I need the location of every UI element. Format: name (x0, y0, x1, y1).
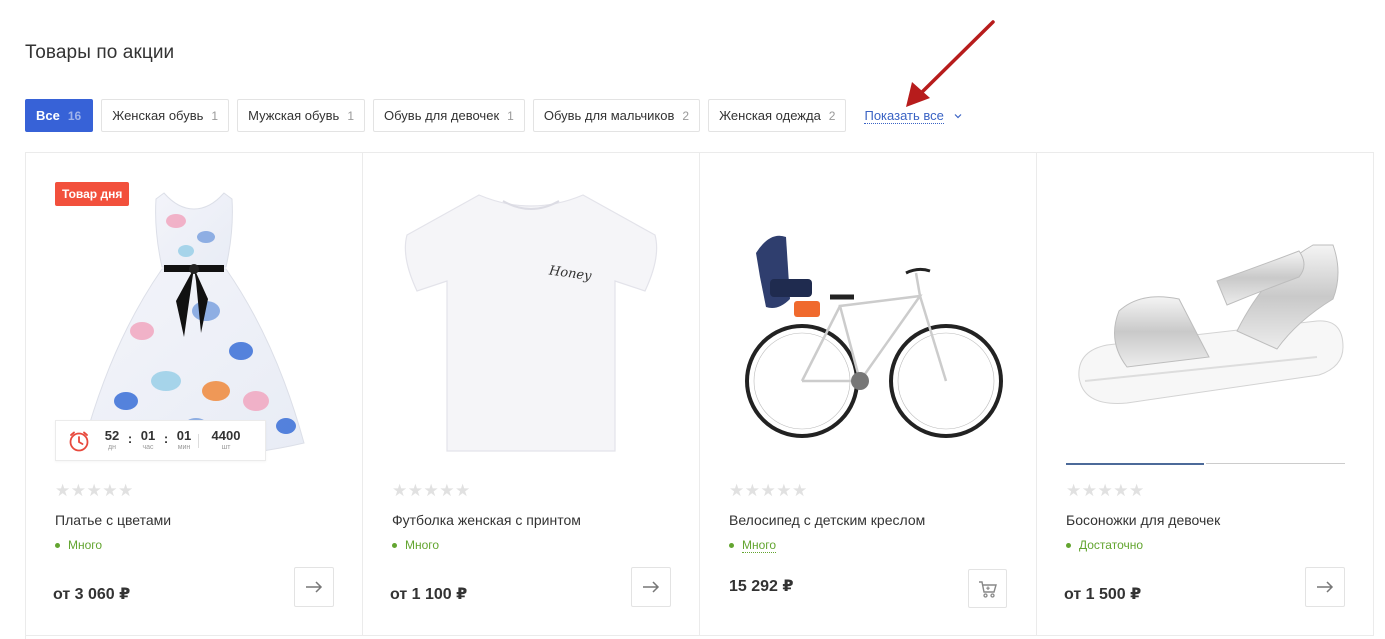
timer-separator: : (127, 431, 133, 446)
timer-quantity: 4400 шт (205, 429, 247, 452)
product-name[interactable]: Платье с цветами (55, 512, 171, 528)
stock-status: Много (55, 538, 102, 552)
stock-dot (392, 542, 397, 548)
rating-stars: ★★★★★ (392, 481, 471, 500)
arrow-right-icon (1317, 581, 1334, 593)
image-slider-indicator[interactable] (1066, 463, 1345, 465)
slider-dot-active[interactable] (1066, 463, 1204, 465)
timer-qty-value: 4400 (211, 428, 241, 443)
timer-minutes-label: мин (177, 444, 191, 451)
tab-count: 1 (507, 108, 514, 123)
product-name[interactable]: Футболка женская с принтом (392, 512, 581, 528)
timer-hours-value: 01 (140, 428, 156, 443)
tshirt-image[interactable]: Honey (393, 181, 670, 461)
stock-dot (55, 542, 60, 548)
stock-dot (1066, 542, 1071, 548)
stock-dot (729, 543, 734, 548)
timer-minutes-value: 01 (176, 428, 192, 443)
tab-count: 2 (682, 108, 690, 123)
product-name[interactable]: Велосипед с детским креслом (729, 512, 925, 528)
timer-hours-label: час (142, 444, 154, 451)
tab-womens-shoes[interactable]: Женская обувь 1 (101, 99, 230, 132)
tab-womens-clothing[interactable]: Женская одежда 2 (708, 99, 847, 132)
open-product-button[interactable] (1305, 567, 1345, 607)
product-card[interactable]: ★★★★★ Босоножки для девочек Достаточно о… (1037, 153, 1374, 636)
tab-label: Женская обувь (112, 108, 204, 123)
tab-girls-shoes[interactable]: Обувь для девочек 1 (373, 99, 525, 132)
stock-label: Много (68, 538, 103, 552)
timer-hours: 01 час (136, 429, 160, 452)
timer-days: 52 дн (100, 429, 124, 452)
stock-status: Много (392, 538, 439, 552)
timer-days-label: дн (108, 444, 116, 451)
stock-status: Достаточно (1066, 538, 1143, 552)
product-card[interactable]: ★★★★★ Велосипед с детским креслом Много … (700, 153, 1037, 636)
stock-label: Много (742, 538, 777, 553)
chevron-down-icon (954, 113, 962, 118)
timer-separator: : (163, 431, 169, 446)
rating-stars: ★★★★★ (55, 481, 134, 500)
tab-all[interactable]: Все 16 (25, 99, 94, 132)
add-to-cart-button[interactable] (968, 569, 1007, 608)
tab-count: 2 (828, 108, 836, 123)
product-price: от 3 060 ₽ (53, 586, 131, 603)
timer-minutes: 01 мин (172, 429, 196, 452)
product-price: 15 292 ₽ (729, 578, 794, 595)
timer-days-value: 52 (104, 428, 120, 443)
open-product-button[interactable] (294, 567, 334, 607)
product-name[interactable]: Босоножки для девочек (1066, 512, 1220, 528)
product-grid: Товар дня 52 дн : 01 час : 01 мин 4400 ш… (25, 152, 1374, 639)
product-price: от 1 500 ₽ (1064, 586, 1142, 603)
tab-label: Обувь для девочек (384, 108, 500, 123)
tab-mens-shoes[interactable]: Мужская обувь 1 (237, 99, 366, 132)
rating-stars: ★★★★★ (729, 481, 808, 500)
clock-icon (69, 431, 89, 451)
slider-dot[interactable] (1206, 463, 1345, 464)
countdown-timer: 52 дн : 01 час : 01 мин 4400 шт (55, 420, 266, 461)
stock-label: Много (405, 538, 440, 552)
product-price: от 1 100 ₽ (390, 586, 468, 603)
cart-icon (978, 580, 997, 598)
tab-label: Женская одежда (719, 108, 821, 123)
rating-stars: ★★★★★ (1066, 481, 1145, 500)
tab-label: Все (36, 108, 60, 123)
open-product-button[interactable] (631, 567, 671, 607)
product-card[interactable]: Товар дня 52 дн : 01 час : 01 мин 4400 ш… (26, 153, 363, 636)
sandals-image[interactable] (1067, 181, 1344, 461)
timer-qty-label: шт (221, 444, 231, 451)
bicycle-image[interactable] (730, 181, 1007, 461)
timer-divider (198, 433, 199, 448)
dress-image[interactable] (56, 181, 333, 461)
red-arrow-icon (906, 20, 995, 107)
tab-boys-shoes[interactable]: Обувь для мальчиков 2 (532, 99, 701, 132)
section-title: Товары по акции (25, 42, 175, 63)
stock-status: Много (729, 538, 777, 553)
stock-label: Достаточно (1079, 538, 1144, 552)
category-tabs: Все 16 Женская обувь 1 Мужская обувь 1 О… (25, 99, 962, 132)
tab-count: 16 (67, 108, 82, 123)
arrow-right-icon (643, 581, 660, 593)
tab-count: 1 (347, 108, 355, 123)
product-card[interactable]: Honey ★★★★★ Футболка женская с принтом М… (363, 153, 700, 636)
arrow-right-icon (306, 581, 323, 593)
tab-label: Обувь для мальчиков (543, 108, 675, 123)
tab-count: 1 (211, 108, 219, 123)
deal-of-day-badge: Товар дня (55, 182, 130, 206)
tab-label: Мужская обувь (248, 108, 340, 123)
